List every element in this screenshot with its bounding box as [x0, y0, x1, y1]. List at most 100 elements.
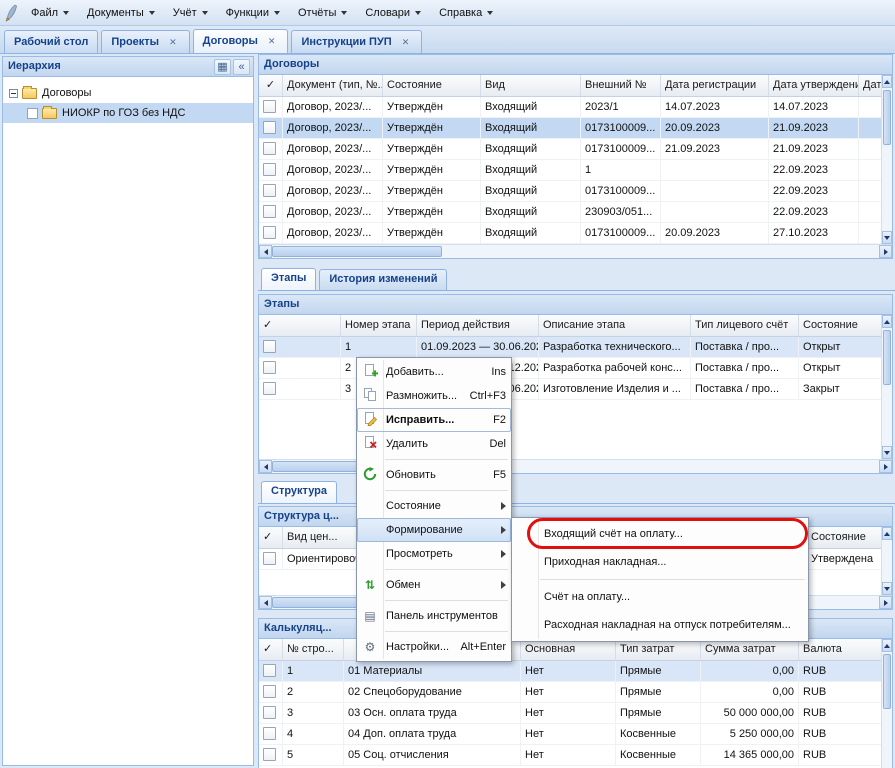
scroll-left-button[interactable] — [259, 460, 272, 473]
menu-item-delete[interactable]: Удалить Del — [357, 432, 511, 456]
row-checkbox[interactable] — [263, 552, 276, 565]
menu-file[interactable]: Файл — [22, 3, 78, 23]
calculation-row-selected[interactable]: 1 01 Материалы Нет Прямые 0,00 RUB — [259, 661, 881, 682]
column-header-amount[interactable]: Сумма затрат — [701, 639, 799, 660]
column-header-stage-number[interactable]: Номер этапа — [341, 315, 417, 336]
vertical-scrollbar[interactable] — [881, 639, 892, 768]
contract-row[interactable]: Договор, 2023/... Утверждён Входящий 017… — [259, 139, 881, 160]
menu-item-formation[interactable]: Формирование — [357, 518, 511, 542]
scroll-up-button[interactable] — [882, 75, 892, 88]
menu-item-settings[interactable]: ⚙ Настройки... Alt+Enter — [357, 635, 511, 659]
scroll-up-button[interactable] — [882, 315, 892, 328]
menu-accounting[interactable]: Учёт — [164, 3, 217, 23]
horizontal-scrollbar[interactable] — [259, 244, 892, 258]
collapse-panel-icon[interactable]: « — [233, 59, 250, 75]
row-checkbox[interactable] — [263, 100, 276, 113]
tab-close-icon[interactable]: ✕ — [399, 36, 413, 49]
row-checkbox[interactable] — [263, 706, 276, 719]
tree-node-contracts[interactable]: Договоры — [3, 83, 253, 103]
menu-item-toolbar[interactable]: ▤ Панель инструментов — [357, 604, 511, 628]
column-header-check[interactable]: ✓ — [259, 527, 283, 548]
stage-row[interactable]: 2 01.07.2024 — 31.12.2024 Разработка раб… — [259, 358, 881, 379]
menu-dictionaries[interactable]: Словари — [356, 3, 430, 23]
tab-instructions[interactable]: Инструкции ПУП✕ — [291, 30, 422, 53]
scroll-up-button[interactable] — [882, 527, 892, 540]
scroll-right-button[interactable] — [879, 245, 892, 258]
hierarchy-settings-icon[interactable]: ▦ — [214, 59, 231, 75]
tree-node-niokr[interactable]: НИОКР по ГОЗ без НДС — [3, 103, 253, 123]
contract-row[interactable]: Договор, 2023/... Утверждён Входящий 1 2… — [259, 160, 881, 181]
calculation-row[interactable]: 2 02 Спецоборудование Нет Прямые 0,00 RU… — [259, 682, 881, 703]
tab-projects[interactable]: Проекты✕ — [101, 30, 189, 53]
column-header-account-type[interactable]: Тип лицевого счёт — [691, 315, 799, 336]
row-checkbox[interactable] — [263, 142, 276, 155]
column-header-date[interactable]: Дата — [859, 75, 881, 96]
row-checkbox[interactable] — [263, 727, 276, 740]
tab-desktop[interactable]: Рабочий стол — [4, 30, 98, 53]
column-header-cost-type[interactable]: Тип затрат — [616, 639, 701, 660]
scroll-right-button[interactable] — [879, 596, 892, 609]
scroll-left-button[interactable] — [259, 245, 272, 258]
column-header-external[interactable]: Внешний № — [581, 75, 661, 96]
column-header-check[interactable]: ✓ — [259, 315, 341, 336]
row-checkbox[interactable] — [263, 184, 276, 197]
row-checkbox[interactable] — [263, 121, 276, 134]
menu-functions[interactable]: Функции — [217, 3, 289, 23]
contract-row-selected[interactable]: Договор, 2023/... Утверждён Входящий 017… — [259, 118, 881, 139]
menu-item-edit[interactable]: Исправить... F2 — [357, 408, 511, 432]
tab-change-history[interactable]: История изменений — [319, 269, 447, 290]
column-header-state[interactable]: Состояние — [799, 315, 881, 336]
menu-item-duplicate[interactable]: Размножить... Ctrl+F3 — [357, 384, 511, 408]
column-header-approve-date[interactable]: Дата утверждения — [769, 75, 859, 96]
column-header-main[interactable]: Основная — [521, 639, 616, 660]
tab-structure[interactable]: Структура — [261, 481, 337, 503]
column-header-state[interactable]: Состояние — [807, 527, 881, 548]
tab-contracts[interactable]: Договоры✕ — [193, 29, 289, 53]
vertical-scrollbar[interactable] — [881, 527, 892, 595]
column-header-description[interactable]: Описание этапа — [539, 315, 691, 336]
contract-row[interactable]: Договор, 2023/... Утверждён Входящий 017… — [259, 223, 881, 244]
vertical-scrollbar[interactable] — [881, 75, 892, 244]
column-header-currency[interactable]: Валюта — [799, 639, 881, 660]
row-checkbox[interactable] — [263, 205, 276, 218]
stage-row[interactable]: 3 01.01.2025 — 30.06.2025 Изготовление И… — [259, 379, 881, 400]
scroll-down-button[interactable] — [882, 231, 892, 244]
submenu-item-invoice[interactable]: Счёт на оплату... — [512, 583, 808, 611]
menu-item-exchange[interactable]: ⇅ Обмен — [357, 573, 511, 597]
tab-close-icon[interactable]: ✕ — [265, 35, 279, 48]
menu-item-add[interactable]: Добавить... Ins — [357, 360, 511, 384]
tab-stages[interactable]: Этапы — [261, 268, 316, 290]
scrollbar-thumb[interactable] — [883, 90, 891, 145]
column-header-check[interactable]: ✓ — [259, 639, 283, 660]
column-header-kind[interactable]: Вид — [481, 75, 581, 96]
calculation-row[interactable]: 3 03 Осн. оплата труда Нет Прямые 50 000… — [259, 703, 881, 724]
contract-row[interactable]: Договор, 2023/... Утверждён Входящий 202… — [259, 97, 881, 118]
column-header-document[interactable]: Документ (тип, №... — [283, 75, 383, 96]
calculation-row[interactable]: 4 04 Доп. оплата труда Нет Косвенные 5 2… — [259, 724, 881, 745]
scrollbar-thumb[interactable] — [883, 654, 891, 709]
column-header-period[interactable]: Период действия — [417, 315, 539, 336]
scroll-left-button[interactable] — [259, 596, 272, 609]
scroll-down-button[interactable] — [882, 582, 892, 595]
row-checkbox[interactable] — [263, 685, 276, 698]
tab-close-icon[interactable]: ✕ — [166, 36, 180, 49]
submenu-item-receipt-note[interactable]: Приходная накладная... — [512, 548, 808, 576]
contract-row[interactable]: Договор, 2023/... Утверждён Входящий 230… — [259, 202, 881, 223]
contract-row[interactable]: Договор, 2023/... Утверждён Входящий 017… — [259, 181, 881, 202]
submenu-item-dispatch-note[interactable]: Расходная накладная на отпуск потребител… — [512, 611, 808, 639]
menu-help[interactable]: Справка — [430, 3, 502, 23]
row-checkbox[interactable] — [263, 382, 276, 395]
scrollbar-thumb[interactable] — [883, 330, 891, 385]
vertical-scrollbar[interactable] — [881, 315, 892, 459]
stage-row-selected[interactable]: 1 01.09.2023 — 30.06.2024 Разработка тех… — [259, 337, 881, 358]
row-checkbox[interactable] — [263, 748, 276, 761]
row-checkbox[interactable] — [263, 664, 276, 677]
menu-item-state[interactable]: Состояние — [357, 494, 511, 518]
scroll-down-button[interactable] — [882, 446, 892, 459]
tree-collapse-icon[interactable] — [9, 89, 18, 98]
scroll-up-button[interactable] — [882, 639, 892, 652]
row-checkbox[interactable] — [263, 226, 276, 239]
calculation-row[interactable]: 5 05 Соц. отчисления Нет Косвенные 14 36… — [259, 745, 881, 766]
scroll-right-button[interactable] — [879, 460, 892, 473]
horizontal-scrollbar[interactable] — [259, 459, 892, 473]
